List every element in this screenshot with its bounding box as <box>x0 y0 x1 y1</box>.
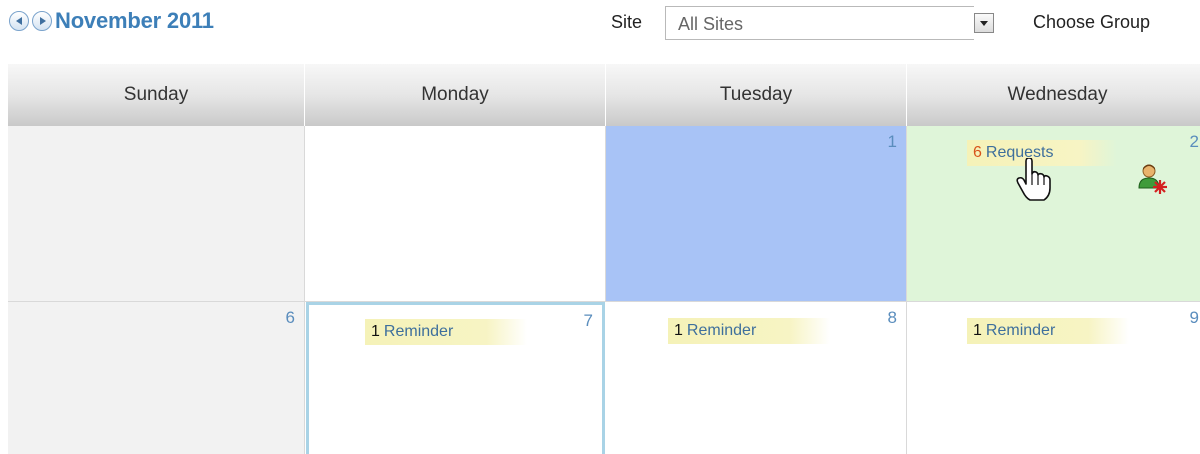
day-number: 8 <box>887 308 897 327</box>
day-number: 1 <box>887 132 897 151</box>
choose-group-link[interactable]: Choose Group <box>1033 12 1150 33</box>
calendar-toolbar: November 2011 Site All Sites Choose Grou… <box>0 0 1200 58</box>
event-label: Reminder <box>686 322 757 339</box>
event-reminder[interactable]: 1 Reminder <box>365 319 527 345</box>
prev-month-icon[interactable] <box>9 11 29 31</box>
day-cell-wednesday-week1[interactable]: 2 6 Requests <box>907 126 1200 302</box>
event-count: 1 <box>371 323 380 340</box>
next-month-icon[interactable] <box>32 11 52 31</box>
day-number: 2 <box>1189 132 1199 151</box>
weekday-header-wednesday: Wednesday <box>907 64 1200 126</box>
day-cell-tuesday-week2[interactable]: 8 1 Reminder <box>606 302 907 454</box>
event-count: 1 <box>973 322 982 339</box>
event-reminder[interactable]: 1 Reminder <box>967 318 1129 344</box>
day-cell-wednesday-week2[interactable]: 9 1 Reminder <box>907 302 1200 454</box>
user-alert-icon[interactable] <box>1135 162 1169 196</box>
weekday-header-tuesday: Tuesday <box>606 64 907 126</box>
site-label: Site <box>611 12 643 32</box>
day-number: 6 <box>285 308 295 327</box>
event-label: Reminder <box>985 322 1056 339</box>
site-select-value[interactable]: All Sites <box>665 6 974 40</box>
dropdown-arrow-icon[interactable] <box>974 13 994 33</box>
event-count: 6 <box>973 144 982 161</box>
day-cell-sunday-week2[interactable]: 6 <box>8 302 305 454</box>
weekday-header-row: Sunday Monday Tuesday Wednesday <box>8 64 1200 126</box>
day-cell-tuesday-week1[interactable]: 1 <box>606 126 907 302</box>
hand-cursor-icon <box>1016 158 1051 201</box>
day-number: 9 <box>1189 308 1199 327</box>
day-number: 7 <box>583 311 593 330</box>
weekday-header-sunday: Sunday <box>8 64 305 126</box>
event-label: Reminder <box>383 323 454 340</box>
weekday-header-monday: Monday <box>305 64 606 126</box>
month-title: November 2011 <box>55 8 214 33</box>
site-select[interactable]: All Sites <box>665 6 1013 40</box>
event-reminder[interactable]: 1 Reminder <box>668 318 830 344</box>
event-count: 1 <box>674 322 683 339</box>
day-cell-monday-week1[interactable] <box>305 126 606 302</box>
site-dropdown-button[interactable] <box>974 6 1013 40</box>
calendar-grid: Sunday Monday Tuesday Wednesday 1 2 6 Req… <box>0 64 1200 454</box>
day-cell-sunday-week1[interactable] <box>8 126 305 302</box>
day-cell-monday-week2[interactable]: 7 1 Reminder <box>306 302 605 454</box>
